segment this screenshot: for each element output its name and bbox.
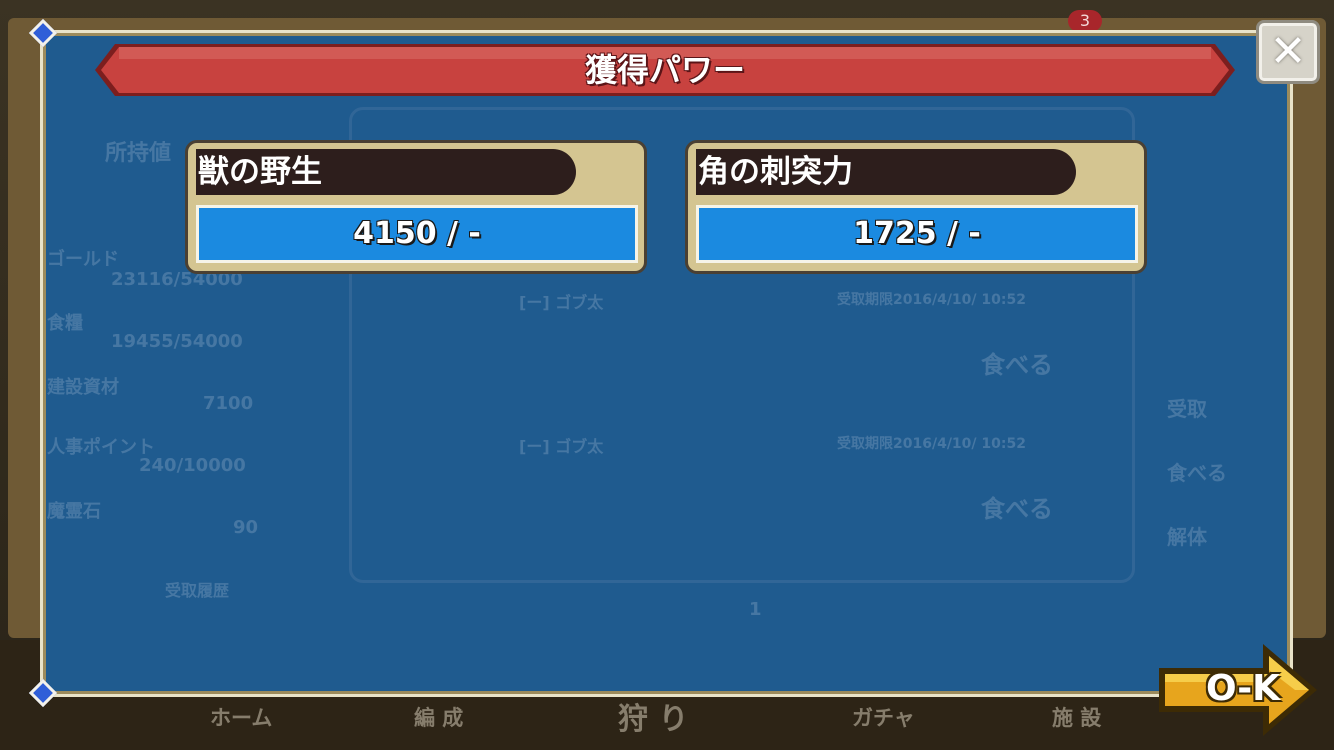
ghost-dismantle-button: 解体 — [1167, 525, 1207, 549]
ok-label: O-K — [1205, 668, 1281, 709]
close-icon: ✕ — [1269, 26, 1307, 77]
nav-facility[interactable]: 施 設 — [1052, 702, 1101, 732]
title-ribbon: 獲得パワー — [95, 44, 1235, 96]
ghost-item-name: [ー] ゴブ太 — [519, 293, 604, 312]
nav-gacha[interactable]: ガチャ — [852, 702, 915, 732]
power-card: 角の刺突力 1725 / - — [685, 140, 1147, 274]
ok-button[interactable]: O-K — [1155, 642, 1321, 738]
nav-home[interactable]: ホーム — [210, 702, 272, 732]
ghost-eat-button: 食べる — [981, 351, 1053, 379]
ghost-personnel-value: 240/10000 — [139, 455, 246, 476]
power-value: 1725 / - — [853, 216, 981, 251]
ghost-page-number: 1 — [749, 599, 762, 620]
acquired-power-dialog: 所持値 ゴールド 23116/54000 食糧 19455/54000 建設資材… — [28, 18, 1293, 708]
ghost-item-deadline: 受取期限2016/4/10/ 10:52 — [837, 292, 1026, 308]
ghost-stone-label: 魔霊石 — [47, 501, 101, 522]
power-card: 獣の野生 4150 / - — [185, 140, 647, 274]
ghost-material-label: 建設資材 — [47, 377, 119, 398]
ghost-material-value: 7100 — [203, 393, 254, 414]
dialog-title: 獲得パワー — [584, 51, 745, 89]
notification-badge: 3 — [1068, 10, 1102, 32]
ghost-eat-all-button: 食べる — [1167, 461, 1227, 485]
power-name: 角の刺突力 — [698, 154, 853, 190]
ghost-stone-value: 90 — [233, 517, 259, 538]
ghost-food-label: 食糧 — [47, 313, 83, 334]
ghost-eat-button-2: 食べる — [981, 495, 1053, 523]
ghost-side-label: 所持値 — [105, 141, 172, 166]
ghost-item-name-2: [ー] ゴブ太 — [519, 437, 604, 456]
power-name: 獣の野生 — [198, 154, 322, 190]
power-value-bar: 4150 / - — [196, 205, 638, 263]
ghost-history-button: 受取履歴 — [165, 581, 230, 600]
nav-formation[interactable]: 編 成 — [414, 702, 463, 732]
power-value-bar: 1725 / - — [696, 205, 1138, 263]
ghost-food-value: 19455/54000 — [111, 331, 243, 352]
ghost-gold-label: ゴールド — [47, 249, 119, 270]
nav-hunt[interactable]: 狩 り — [618, 694, 688, 738]
ghost-item-deadline-2: 受取期限2016/4/10/ 10:52 — [837, 436, 1026, 452]
close-button[interactable]: ✕ — [1256, 20, 1320, 84]
ghost-receive-button: 受取 — [1167, 397, 1207, 421]
power-value: 4150 / - — [353, 216, 481, 251]
